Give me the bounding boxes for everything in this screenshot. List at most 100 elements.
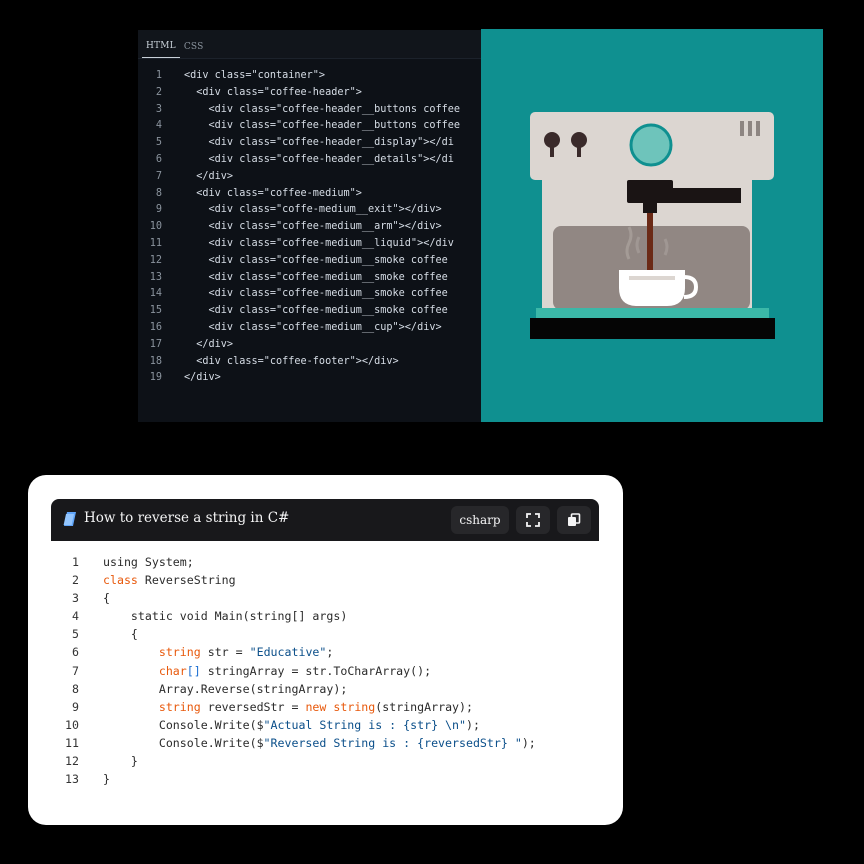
coffee-cup — [619, 270, 685, 306]
code-text: Console.Write($ — [158, 735, 264, 750]
code-text: str = — [200, 645, 250, 660]
code-line: 2 <div class="coffee-header"> — [138, 85, 481, 102]
code-line: 15 <div class="coffee-medium__smoke coff… — [138, 303, 481, 320]
code-text: <div class="coffee-medium__smoke coffee — [184, 305, 448, 317]
code-text: <div class="container"> — [184, 70, 326, 81]
line-number: 10 — [65, 717, 79, 732]
code-text: using System; — [103, 555, 194, 569]
code-line: 3 <div class="coffee-header__buttons cof… — [138, 102, 481, 119]
machine-display — [629, 123, 673, 167]
line-number: 6 — [155, 153, 162, 165]
line-number: 4 — [72, 609, 79, 624]
line-number: 13 — [149, 271, 162, 283]
line-number: 2 — [72, 573, 79, 588]
line-number: 16 — [149, 321, 162, 333]
code-line: 8 <div class="coffee-medium"> — [138, 186, 481, 203]
line-number: 2 — [155, 86, 162, 98]
line-number: 14 — [149, 288, 162, 300]
line-number: 9 — [72, 699, 79, 714]
code-line: 14 <div class="coffee-medium__smoke coff… — [138, 286, 481, 303]
code-text: <div class="coffee-header__display"></di — [184, 137, 454, 149]
code-keyword: class — [103, 573, 138, 588]
code-text: </div> — [184, 338, 234, 350]
code-text: </div> — [184, 170, 234, 182]
code-keyword: string — [333, 699, 376, 714]
line-number: 7 — [155, 170, 162, 182]
code-line: 10 <div class="coffee-medium__arm"></div… — [138, 219, 481, 236]
code-text: } — [103, 754, 138, 769]
code-line: 1 <div class="container"> — [138, 68, 481, 85]
code-line: 5 { — [51, 625, 599, 643]
code-line: 5 <div class="coffee-header__display"></… — [138, 135, 481, 152]
line-number: 18 — [149, 355, 162, 367]
code-line: 9 <div class="coffe-medium__exit"></div> — [138, 202, 481, 219]
line-number: 8 — [155, 187, 162, 199]
code-line: 1 using System; — [51, 553, 599, 571]
code-text: stringArray = str.ToCharArray(); — [200, 663, 432, 678]
line-number: 9 — [155, 204, 162, 216]
csharp-code-block[interactable]: 1 using System; 2 class ReverseString 3{ 4… — [51, 553, 599, 788]
tab-html[interactable]: HTML — [142, 41, 180, 58]
code-line: 13} — [51, 770, 599, 788]
card-title: How to reverse a string in C# — [84, 510, 290, 526]
code-keyword: string — [158, 699, 201, 714]
code-text: } — [103, 772, 110, 787]
machine-footer — [530, 318, 775, 339]
machine-exit — [627, 180, 673, 203]
code-text: <div class="coffee-medium__smoke coffee — [184, 254, 448, 266]
code-text: <div class="coffee-medium__smoke coffee — [184, 288, 448, 300]
code-text: <div class="coffee-medium__cup"></div> — [184, 321, 442, 333]
code-string: "Actual String is : {str} \n" — [263, 717, 466, 732]
code-line: 7 char[] stringArray = str.ToCharArray()… — [51, 662, 599, 680]
code-text: <div class="coffee-header__buttons coffe… — [184, 120, 461, 132]
code-text: static void Main(string[] args) — [103, 609, 348, 624]
code-line: 9 string reversedStr = new string(string… — [51, 698, 599, 716]
espresso-machine-illustration — [530, 112, 775, 339]
preview-pane — [481, 29, 823, 422]
code-line: 3{ — [51, 589, 599, 607]
code-text: <div class="coffee-header__details"></di — [184, 153, 454, 165]
code-text: </div> — [184, 372, 221, 384]
code-text: <div class="coffe-medium__exit"></div> — [184, 204, 442, 216]
line-number: 12 — [65, 754, 79, 769]
line-number: 3 — [155, 103, 162, 115]
tab-css[interactable]: CSS — [180, 42, 208, 58]
line-number: 12 — [149, 254, 162, 266]
copy-icon — [568, 513, 581, 526]
code-line: 4 <div class="coffee-header__buttons cof… — [138, 118, 481, 135]
code-keyword: char — [158, 663, 187, 678]
line-number: 3 — [72, 591, 79, 606]
book-icon — [63, 511, 77, 531]
copy-button[interactable] — [557, 506, 591, 534]
machine-liquid — [647, 213, 653, 273]
fullscreen-button[interactable] — [516, 506, 550, 534]
code-line: 16 <div class="coffee-medium__cup"></div… — [138, 320, 481, 337]
editor-tabs: HTML CSS — [138, 30, 481, 59]
line-number: 1 — [72, 555, 79, 569]
code-snippet-card: How to reverse a string in C# csharp 1 us… — [28, 475, 623, 825]
machine-button-right — [571, 132, 587, 148]
code-text: ; — [326, 645, 334, 660]
line-number: 11 — [149, 237, 162, 249]
code-text: <div class="coffee-header__buttons coffe… — [184, 103, 461, 115]
machine-drip-tray — [536, 308, 769, 318]
line-number: 11 — [65, 735, 79, 750]
code-brackets: [] — [186, 663, 201, 678]
code-line: 6 <div class="coffee-header__details"></… — [138, 152, 481, 169]
code-keyword: string — [158, 645, 201, 660]
line-number: 15 — [149, 305, 162, 317]
line-number: 13 — [65, 772, 79, 787]
code-editor-panel: HTML CSS 1 <div class="container"> 2 <div … — [138, 30, 481, 422]
line-number: 19 — [149, 372, 162, 384]
line-number: 8 — [72, 681, 79, 696]
html-code-block[interactable]: 1 <div class="container"> 2 <div class="co… — [138, 68, 481, 387]
code-text: (stringArray); — [375, 699, 473, 714]
line-number: 5 — [155, 137, 162, 149]
language-button[interactable]: csharp — [451, 506, 509, 534]
machine-arm — [671, 188, 741, 203]
code-line: 12 } — [51, 752, 599, 770]
machine-button-left — [544, 132, 560, 148]
code-text: <div class="coffee-medium__arm"></div> — [184, 221, 442, 233]
code-line: 12 <div class="coffee-medium__smoke coff… — [138, 253, 481, 270]
code-line: 6 string str = "Educative"; — [51, 643, 599, 661]
